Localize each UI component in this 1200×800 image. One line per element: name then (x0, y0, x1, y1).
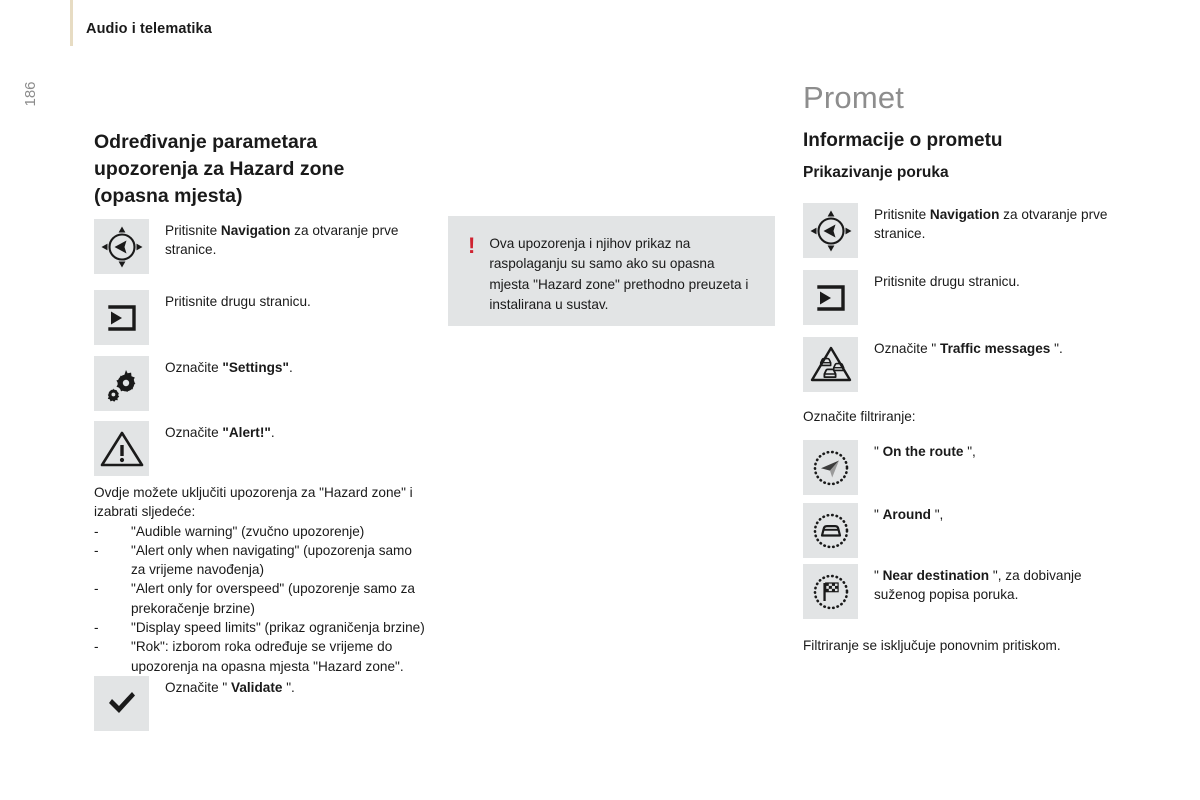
filter-step-near-destination: " Near destination ", za dobivanje sužen… (803, 564, 1133, 619)
filter-step-around: " Around ", (803, 503, 1133, 558)
alert-triangle-icon (94, 421, 149, 476)
route-arrow-icon (803, 440, 858, 495)
text-run: . (288, 360, 293, 375)
text-run-bold: Navigation (220, 223, 291, 238)
traffic-step-press-navigation-text: Pritisnite Navigation za otvaranje prve … (874, 203, 1133, 244)
list-item: - "Audible warning" (zvučno upozorenje) (94, 522, 429, 541)
filter-step-around-text: " Around ", (874, 503, 943, 524)
traffic-step-press-navigation: Pritisnite Navigation za otvaranje prve … (803, 203, 1133, 258)
filter-step-near-destination-text: " Near destination ", za dobivanje sužen… (874, 564, 1133, 605)
header-accent-rule (70, 0, 73, 46)
right-section-title: Informacije o prometu (803, 130, 1003, 151)
settings-gears-icon (94, 356, 149, 411)
filter-step-on-the-route: " On the route ", (803, 440, 1133, 495)
page-number: 186 (22, 81, 39, 107)
traffic-step-select-traffic-messages: Označite " Traffic messages ". (803, 337, 1133, 392)
list-bullet: - (94, 620, 99, 636)
list-item-label: "Alert only for overspeed" (upozorenje s… (131, 581, 415, 616)
list-item: - "Display speed limits" (prikaz ograniče… (94, 618, 429, 637)
checkered-flag-icon (803, 564, 858, 619)
traffic-jam-icon (803, 337, 858, 392)
list-item: - "Rok": izborom roka određuje se vrijeme… (94, 637, 429, 676)
text-run: " (874, 568, 883, 583)
text-run: Označite (165, 425, 223, 440)
list-item-label: "Audible warning" (zvučno upozorenje) (131, 523, 365, 539)
text-run: ", (963, 444, 976, 459)
list-item-label: "Display speed limits" (prikaz ograničen… (131, 620, 425, 636)
step-press-navigation-text: Pritisnite Navigation za otvaranje prve … (165, 219, 424, 260)
hazard-zone-description: Ovdje možete uključiti upozorenja za "Ha… (94, 483, 429, 676)
car-around-icon (803, 503, 858, 558)
text-run: " (874, 444, 883, 459)
filter-footer-note: Filtriranje se isključuje ponovnim priti… (803, 638, 1061, 653)
text-run-bold: Near destination (882, 568, 990, 583)
step-select-validate: Označite " Validate ". (94, 676, 424, 731)
filter-intro-text: Označite filtriranje: (803, 409, 916, 424)
warning-callout: ! Ova upozorenja i njihov prikaz na rasp… (448, 216, 775, 326)
second-page-icon (94, 290, 149, 345)
text-run: Označite " (165, 680, 232, 695)
text-run-bold: Traffic messages (940, 341, 1051, 356)
page-header-title: Audio i telematika (86, 21, 212, 37)
text-run: ", (930, 507, 944, 522)
text-run: Pritisnite (874, 207, 930, 222)
step-press-second-page: Pritisnite drugu stranicu. (94, 290, 424, 345)
text-run: ". (282, 680, 295, 695)
warning-callout-text: Ova upozorenja i njihov prikaz na raspol… (489, 236, 749, 313)
list-bullet: - (94, 581, 99, 597)
step-select-settings-text: Označite "Settings". (165, 356, 293, 377)
text-run-bold: "Settings" (222, 360, 289, 375)
right-subsection-title: Prikazivanje poruka (803, 164, 949, 181)
step-select-alert: Označite "Alert!". (94, 421, 424, 476)
text-run: Pritisnite drugu stranicu. (165, 294, 311, 309)
text-run-bold: "Alert!" (222, 425, 271, 440)
second-page-icon (803, 270, 858, 325)
filter-step-on-the-route-text: " On the route ", (874, 440, 976, 461)
traffic-step-select-traffic-messages-text: Označite " Traffic messages ". (874, 337, 1063, 358)
navigation-pad-icon (94, 219, 149, 274)
exclamation-icon: ! (468, 233, 476, 258)
step-select-validate-text: Označite " Validate ". (165, 676, 295, 697)
text-run: " (874, 507, 883, 522)
chapter-title: Promet (803, 80, 905, 115)
traffic-step-press-second-page: Pritisnite drugu stranicu. (803, 270, 1133, 325)
text-run-bold: On the route (882, 444, 964, 459)
list-bullet: - (94, 542, 99, 558)
text-run-bold: Around (882, 507, 931, 522)
list-item: - "Alert only when navigating" (upozorenj… (94, 541, 429, 580)
list-item-label: "Alert only when navigating" (upozorenja… (131, 542, 412, 578)
step-select-alert-text: Označite "Alert!". (165, 421, 275, 442)
checkmark-icon (94, 676, 149, 731)
hazard-zone-options-list: - "Audible warning" (zvučno upozorenje) -… (94, 522, 429, 676)
step-select-settings: Označite "Settings". (94, 356, 424, 411)
text-run: ". (1050, 341, 1063, 356)
text-run-bold: Validate (231, 680, 283, 695)
text-run-bold: Navigation (929, 207, 1000, 222)
text-run: Označite (165, 360, 223, 375)
navigation-pad-icon (803, 203, 858, 258)
step-press-navigation: Pritisnite Navigation za otvaranje prve … (94, 219, 424, 274)
list-item-label: "Rok": izborom roka određuje se vrijeme … (131, 639, 404, 674)
left-section-title: Određivanje parametara upozorenja za Haz… (94, 131, 345, 207)
list-item: - "Alert only for overspeed" (upozorenje … (94, 579, 429, 618)
text-run: Pritisnite (165, 223, 221, 238)
text-run: Označite " (874, 341, 941, 356)
list-bullet: - (94, 523, 99, 539)
step-press-second-page-text: Pritisnite drugu stranicu. (165, 290, 311, 311)
hazard-zone-intro: Ovdje možete uključiti upozorenja za "Ha… (94, 485, 413, 520)
list-bullet: - (94, 639, 99, 655)
text-run: . (270, 425, 275, 440)
traffic-step-press-second-page-text: Pritisnite drugu stranicu. (874, 270, 1020, 291)
text-run: Pritisnite drugu stranicu. (874, 274, 1020, 289)
